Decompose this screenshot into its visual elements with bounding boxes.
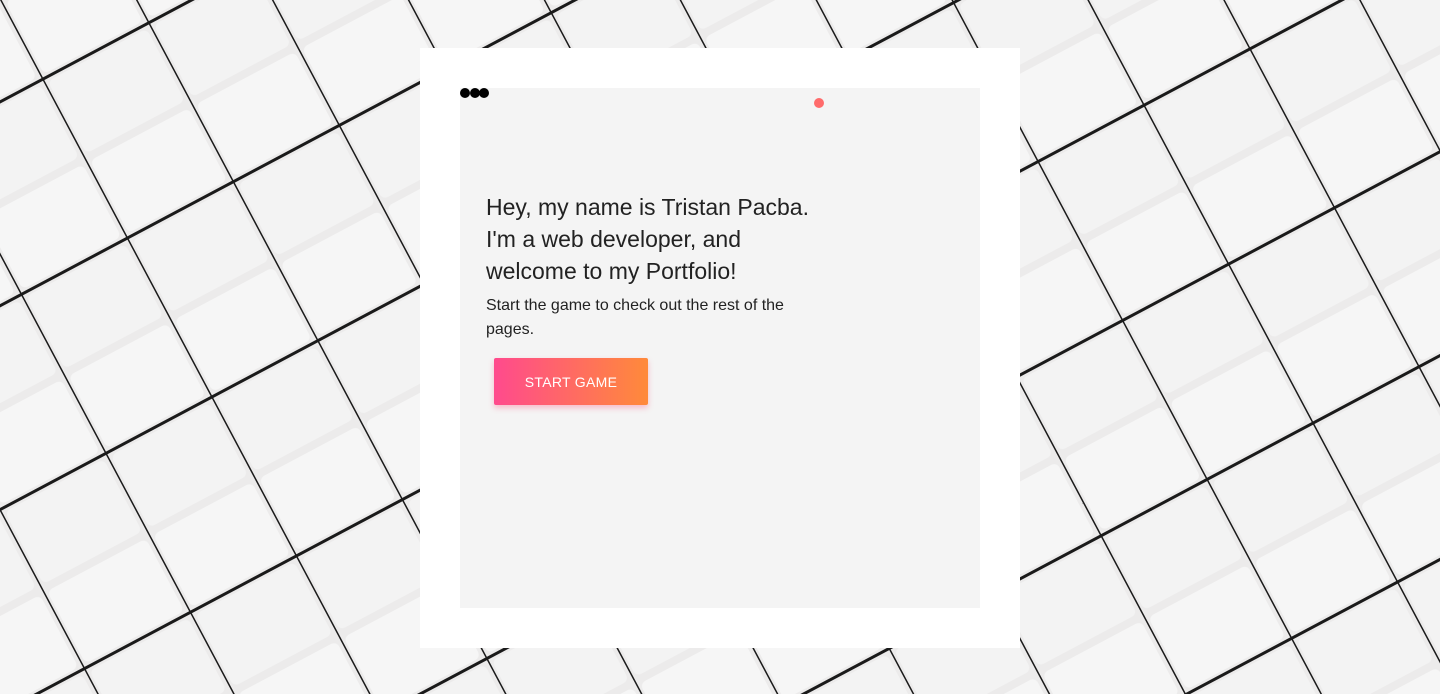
food-dot (814, 98, 824, 108)
start-game-button[interactable]: START GAME (494, 358, 648, 405)
subline: Start the game to check out the rest of … (486, 297, 784, 338)
snake-segment (479, 88, 489, 98)
portfolio-frame: Hey, my name is Tristan Pacba. I'm a web… (420, 48, 1020, 648)
headline-line-3: welcome to my Portfolio! (486, 258, 737, 284)
headline-line-1: Hey, my name is Tristan Pacba. (486, 194, 809, 220)
headline-line-2: I'm a web developer, and (486, 226, 741, 252)
headline: Hey, my name is Tristan Pacba. I'm a web… (486, 191, 846, 287)
snake (460, 88, 489, 98)
snake-segment (460, 88, 470, 98)
game-board: Hey, my name is Tristan Pacba. I'm a web… (460, 88, 980, 608)
snake-segment (469, 88, 480, 98)
intro-text: Hey, my name is Tristan Pacba. I'm a web… (486, 191, 846, 342)
